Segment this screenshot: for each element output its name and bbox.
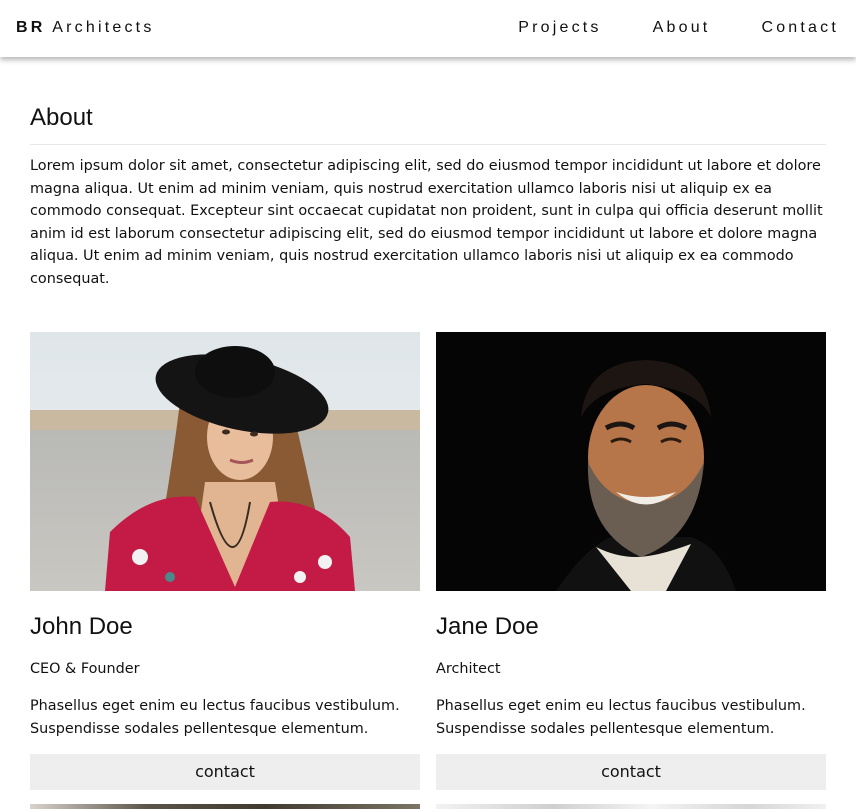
member-name: Jane Doe [436,613,539,640]
top-navbar: BR Architects Projects About Contact [0,0,856,57]
team-photo [30,804,420,809]
brand-name: Architects [52,19,155,36]
contact-button[interactable]: contact [30,754,420,790]
nav-link-projects[interactable]: Projects [518,19,601,37]
team-photo-image [436,332,826,591]
team-photo [30,332,420,591]
member-bio: Phasellus eget enim eu lectus faucibus v… [436,698,806,737]
about-section: About Lorem ipsum dolor sit amet, consec… [30,102,826,290]
team-card: John Doe CEO & Founder Phasellus eget en… [30,332,420,790]
member-role: Architect [436,661,501,677]
brand-logo[interactable]: BR Architects [16,19,155,37]
team-photo-image [30,332,420,591]
nav-links: Projects About Contact [518,19,839,37]
member-bio: Phasellus eget enim eu lectus faucibus v… [30,698,400,737]
brand-initials: BR [16,19,46,36]
team-card: Jane Doe Architect Phasellus eget enim e… [436,332,826,790]
team-photo [436,804,826,809]
about-text: Lorem ipsum dolor sit amet, consectetur … [30,158,823,287]
nav-link-about[interactable]: About [653,19,711,37]
about-title: About [30,102,826,145]
team-photo [436,332,826,591]
nav-link-contact[interactable]: Contact [761,19,839,37]
contact-button[interactable]: contact [436,754,826,790]
member-role: CEO & Founder [30,661,140,677]
member-name: John Doe [30,613,133,640]
